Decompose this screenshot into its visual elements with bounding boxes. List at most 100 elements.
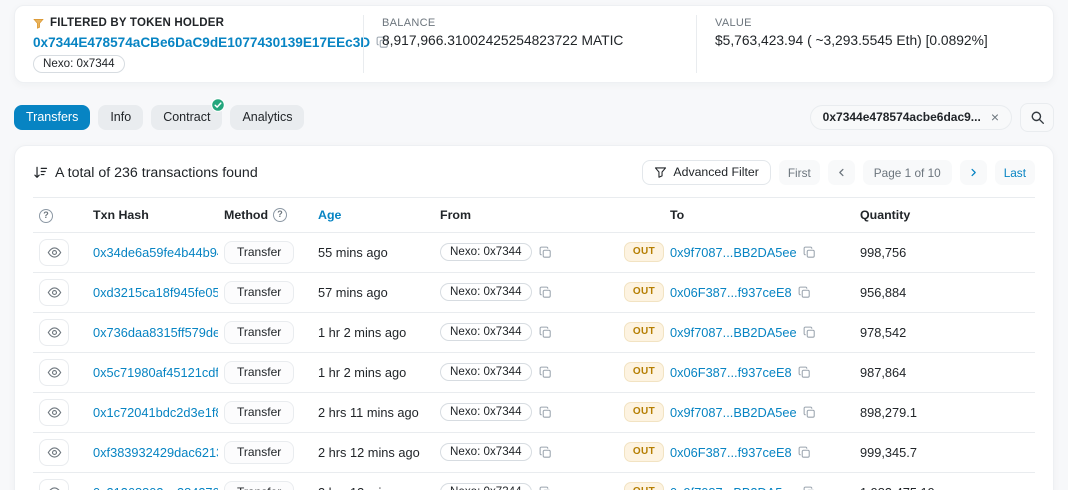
table-header-row: ? Txn Hash Method ? Age From To Quantity — [33, 198, 1035, 233]
to-address-link[interactable]: 0x9f7087...BB2DA5ee — [670, 485, 797, 490]
preview-transaction-button[interactable] — [39, 359, 69, 386]
preview-transaction-button[interactable] — [39, 439, 69, 466]
copy-to-icon[interactable] — [798, 286, 811, 299]
direction-badge: OUT — [624, 322, 664, 342]
age-text: 2 hrs 13 mins ago — [318, 485, 420, 490]
eye-icon — [47, 365, 62, 380]
sort-icon — [33, 165, 48, 180]
method-badge[interactable]: Transfer — [224, 281, 294, 304]
pagination-prev-button[interactable] — [828, 160, 855, 185]
value-amount: $5,763,423.94 ( ~3,293.5545 Eth) [0.0892… — [715, 33, 1035, 48]
copy-to-icon[interactable] — [803, 246, 816, 259]
tab-bar: Transfers Info Contract Analytics — [14, 105, 304, 130]
to-address-link[interactable]: 0x06F387...f937ceE8 — [670, 365, 792, 380]
advanced-filter-button[interactable]: Advanced Filter — [642, 160, 770, 185]
copy-to-icon[interactable] — [798, 446, 811, 459]
quantity-value: 978,542 — [860, 325, 906, 340]
txn-hash-link[interactable]: 0x34de6a59fe4b44b94... — [93, 245, 218, 260]
transfers-panel: A total of 236 transactions found Advanc… — [14, 145, 1054, 490]
transfer-row: 0xf383932429dac6213... Transfer 2 hrs 12… — [33, 432, 1035, 472]
from-address-tag[interactable]: Nexo: 0x7344 — [440, 283, 532, 301]
tab-info[interactable]: Info — [98, 105, 143, 130]
search-term: 0x7344e478574acbe6dac9... — [823, 110, 981, 124]
funnel-icon — [654, 166, 667, 179]
copy-to-icon[interactable] — [803, 326, 816, 339]
method-badge[interactable]: Transfer — [224, 401, 294, 424]
address-name-tag[interactable]: Nexo: 0x7344 — [33, 55, 125, 73]
summary-text: A total of 236 transactions found — [55, 165, 258, 181]
header-help-icon[interactable]: ? — [39, 209, 53, 223]
from-address-tag[interactable]: Nexo: 0x7344 — [440, 443, 532, 461]
method-badge[interactable]: Transfer — [224, 481, 294, 490]
to-address-link[interactable]: 0x9f7087...BB2DA5ee — [670, 405, 797, 420]
from-address-tag[interactable]: Nexo: 0x7344 — [440, 363, 532, 381]
method-badge[interactable]: Transfer — [224, 441, 294, 464]
transfer-row: 0x736daa8315ff579de... Transfer 1 hr 2 m… — [33, 312, 1035, 352]
preview-transaction-button[interactable] — [39, 279, 69, 306]
age-text: 1 hr 2 mins ago — [318, 365, 406, 380]
from-address-tag[interactable]: Nexo: 0x7344 — [440, 323, 532, 341]
preview-transaction-button[interactable] — [39, 399, 69, 426]
to-address-link[interactable]: 0x06F387...f937ceE8 — [670, 285, 792, 300]
pagination-last-button[interactable]: Last — [995, 160, 1035, 185]
copy-to-icon[interactable] — [803, 486, 816, 490]
from-address-tag[interactable]: Nexo: 0x7344 — [440, 243, 532, 261]
copy-from-icon[interactable] — [539, 406, 552, 419]
copy-from-icon[interactable] — [539, 366, 552, 379]
clear-search-icon[interactable]: × — [989, 111, 1001, 123]
to-address-link[interactable]: 0x9f7087...BB2DA5ee — [670, 325, 797, 340]
direction-badge: OUT — [624, 282, 664, 302]
txn-hash-link[interactable]: 0x1c72041bdc2d3e1f8... — [93, 405, 218, 420]
copy-from-icon[interactable] — [539, 286, 552, 299]
age-text: 2 hrs 11 mins ago — [318, 405, 419, 420]
filtered-by-section: FILTERED BY TOKEN HOLDER 0x7344E478574aC… — [15, 15, 363, 73]
copy-from-icon[interactable] — [539, 246, 552, 259]
method-badge[interactable]: Transfer — [224, 321, 294, 344]
quantity-value: 987,864 — [860, 365, 906, 380]
copy-to-icon[interactable] — [798, 366, 811, 379]
preview-transaction-button[interactable] — [39, 319, 69, 346]
txn-hash-link[interactable]: 0x5c71980af45121cdf... — [93, 365, 218, 380]
col-header-to: To — [664, 198, 854, 233]
to-address-link[interactable]: 0x9f7087...BB2DA5ee — [670, 245, 797, 260]
copy-from-icon[interactable] — [539, 486, 552, 490]
col-header-direction — [618, 198, 664, 233]
search-filter-chip: 0x7344e478574acbe6dac9... × — [810, 105, 1012, 130]
method-help-icon[interactable]: ? — [273, 208, 287, 222]
transfers-table: ? Txn Hash Method ? Age From To Quantity — [33, 197, 1035, 490]
age-text: 2 hrs 12 mins ago — [318, 445, 420, 460]
search-button[interactable] — [1020, 103, 1054, 132]
age-text: 55 mins ago — [318, 245, 388, 260]
transfers-tbody: 0x34de6a59fe4b44b94... Transfer 55 mins … — [33, 232, 1035, 490]
eye-icon — [47, 445, 62, 460]
tab-contract[interactable]: Contract — [151, 105, 222, 130]
col-header-quantity: Quantity — [854, 198, 1035, 233]
quantity-value: 999,345.7 — [860, 445, 917, 460]
eye-icon — [47, 325, 62, 340]
pagination-next-button[interactable] — [960, 160, 987, 185]
from-address-tag[interactable]: Nexo: 0x7344 — [440, 403, 532, 421]
copy-to-icon[interactable] — [803, 406, 816, 419]
direction-badge: OUT — [624, 402, 664, 422]
pagination-first-button[interactable]: First — [779, 160, 820, 185]
holder-address-link[interactable]: 0x7344E478574aCBe6DaC9dE1077430139E17EEc… — [33, 35, 370, 50]
preview-transaction-button[interactable] — [39, 479, 69, 490]
tab-transfers[interactable]: Transfers — [14, 105, 90, 130]
method-badge[interactable]: Transfer — [224, 241, 294, 264]
copy-from-icon[interactable] — [539, 446, 552, 459]
age-text: 1 hr 2 mins ago — [318, 325, 406, 340]
from-address-tag[interactable]: Nexo: 0x7344 — [440, 483, 532, 490]
txn-hash-link[interactable]: 0xf383932429dac6213... — [93, 445, 218, 460]
preview-transaction-button[interactable] — [39, 239, 69, 266]
transactions-summary: A total of 236 transactions found — [33, 165, 258, 181]
txn-hash-link[interactable]: 0x736daa8315ff579de... — [93, 325, 218, 340]
transfer-row: 0x34de6a59fe4b44b94... Transfer 55 mins … — [33, 232, 1035, 272]
txn-hash-link[interactable]: 0x21368803ac384270... — [93, 485, 218, 490]
col-header-age[interactable]: Age — [318, 208, 341, 222]
method-badge[interactable]: Transfer — [224, 361, 294, 384]
to-address-link[interactable]: 0x06F387...f937ceE8 — [670, 445, 792, 460]
tab-analytics[interactable]: Analytics — [230, 105, 304, 130]
direction-badge: OUT — [624, 362, 664, 382]
copy-from-icon[interactable] — [539, 326, 552, 339]
txn-hash-link[interactable]: 0xd3215ca18f945fe05... — [93, 285, 218, 300]
